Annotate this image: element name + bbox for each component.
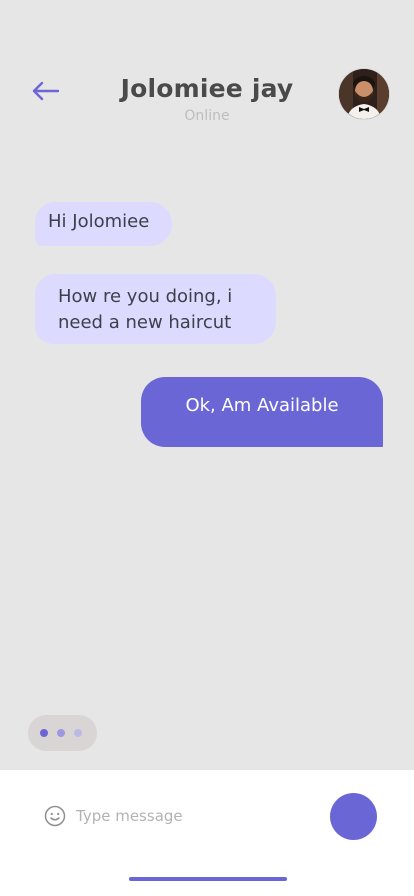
typing-dot: [40, 729, 48, 737]
message-outgoing: Ok, Am Available: [141, 377, 383, 447]
smiley-icon: [44, 805, 66, 827]
typing-dot: [74, 729, 82, 737]
chat-screen: Jolomiee jay Online Hi Jolomiee How re y…: [0, 0, 414, 896]
send-button[interactable]: [330, 793, 377, 840]
emoji-button[interactable]: [44, 805, 66, 827]
message-incoming: Hi Jolomiee: [35, 202, 172, 246]
message-incoming: How re you doing, i need a new haircut: [35, 274, 276, 344]
profile-photo-icon: [339, 69, 389, 119]
message-input[interactable]: [76, 803, 316, 829]
home-indicator: [129, 877, 287, 881]
typing-dot: [57, 729, 65, 737]
avatar[interactable]: [339, 69, 389, 119]
typing-indicator: [28, 715, 97, 751]
